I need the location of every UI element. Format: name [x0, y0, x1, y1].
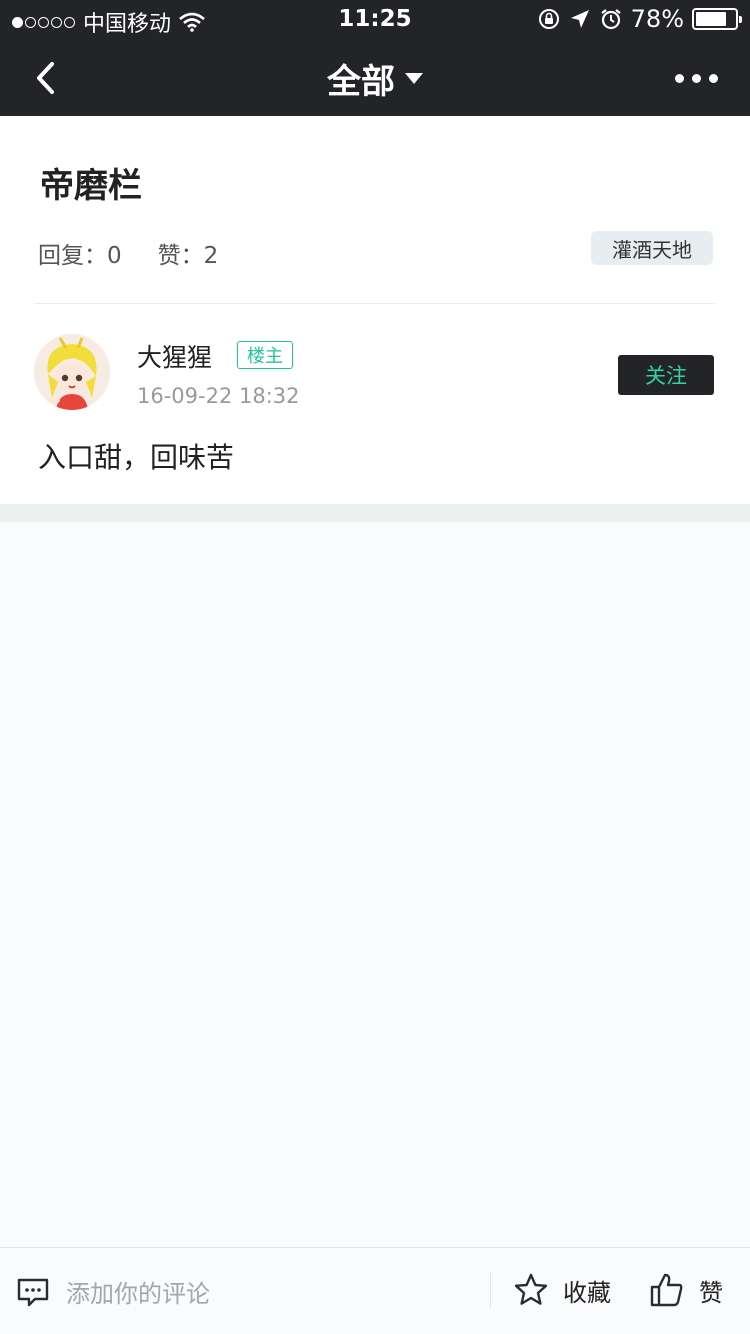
alarm-icon [600, 9, 621, 30]
caret-down-icon [405, 72, 423, 84]
like-label: 赞 [699, 1278, 723, 1307]
post-timestamp: 16-09-22 18:32 [137, 384, 300, 408]
divider [35, 303, 715, 304]
follow-button[interactable]: 关注 [618, 355, 714, 395]
favorite-button[interactable]: 收藏 [513, 1272, 611, 1308]
favorite-label: 收藏 [563, 1278, 611, 1307]
more-button[interactable] [675, 58, 718, 98]
filter-dropdown[interactable]: 全部 [0, 54, 750, 103]
like-button[interactable]: 赞 [649, 1272, 723, 1308]
post-stats: 回复：0 赞：2 [38, 236, 218, 270]
battery-percent: 78% [630, 5, 684, 33]
nav-title: 全部 [327, 62, 395, 102]
post-card: 帝磨栏 回复：0 赞：2 灌酒天地 大猩猩 楼主 16-09-22 18:32 … [0, 116, 750, 504]
comment-input[interactable]: 添加你的评论 [16, 1274, 210, 1309]
owner-badge: 楼主 [237, 341, 293, 369]
thumbs-up-icon [650, 1273, 683, 1307]
author-name[interactable]: 大猩猩 [137, 338, 212, 374]
comment-placeholder: 添加你的评论 [66, 1280, 210, 1308]
post-title: 帝磨栏 [40, 166, 142, 206]
avatar[interactable] [34, 334, 110, 410]
rotation-lock-icon [538, 9, 559, 29]
status-bar: 中国移动 11:25 78% [0, 0, 750, 40]
comment-icon [17, 1278, 49, 1306]
navigation-bar: 全部 [0, 40, 750, 116]
section-separator [0, 504, 750, 522]
star-icon [514, 1273, 548, 1305]
status-right: 78% [537, 5, 742, 33]
divider [490, 1272, 491, 1308]
battery-level [696, 12, 726, 26]
like-count: 赞：2 [157, 243, 219, 269]
location-icon [570, 10, 589, 28]
post-body: 入口甜，回味苦 [38, 441, 235, 474]
bottom-action-bar: 添加你的评论 收藏 赞 [0, 1247, 750, 1334]
battery-icon [692, 8, 742, 30]
reply-count: 回复：0 [38, 243, 122, 269]
category-tag[interactable]: 灌酒天地 [591, 231, 713, 265]
